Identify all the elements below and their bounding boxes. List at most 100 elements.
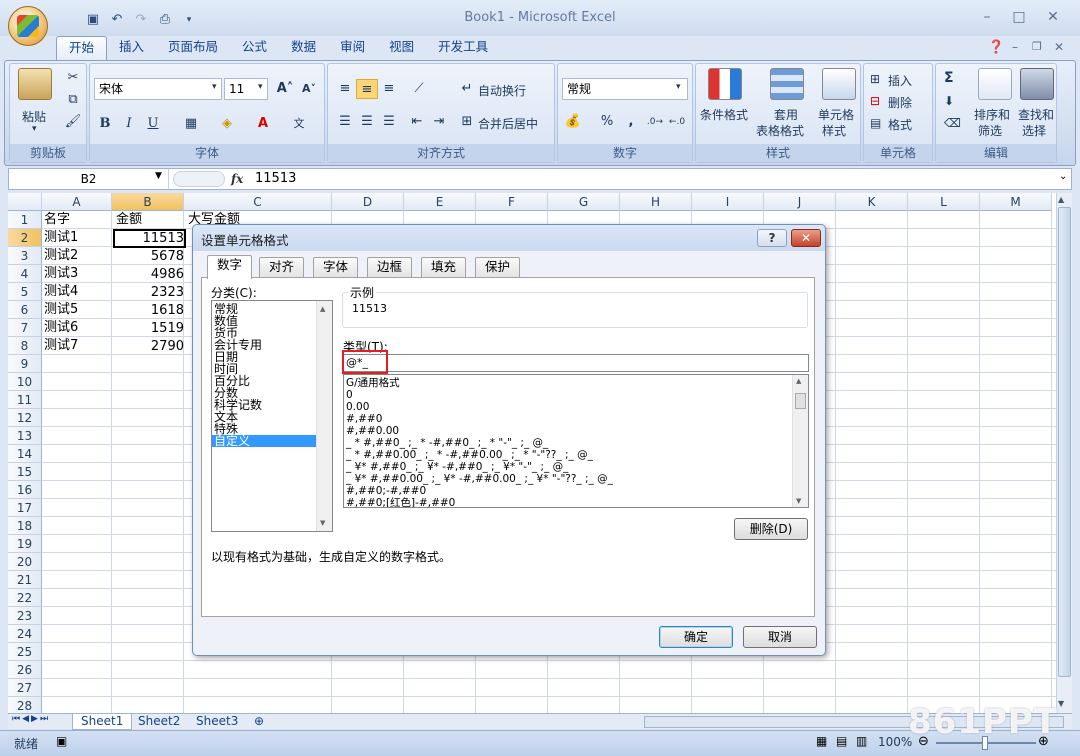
copy-icon[interactable]: ⧉	[62, 90, 84, 110]
select-all-corner[interactable]	[8, 193, 42, 211]
autosum-button[interactable]: Σ	[944, 70, 954, 86]
row-header-16[interactable]: 16	[8, 481, 42, 499]
row-header-12[interactable]: 12	[8, 409, 42, 427]
scroll-up-icon[interactable]: ▲	[1058, 195, 1064, 204]
sort-filter-icon[interactable]	[978, 68, 1012, 100]
format-list[interactable]: G/通用格式 0 0.00 #,##0 #,##0.00 _ * #,##0_ ;_ * …	[343, 374, 809, 508]
help-icon[interactable]: ❓	[988, 40, 1004, 55]
increase-decimal-icon[interactable]: .0→	[644, 112, 666, 132]
align-right-icon[interactable]: ☰	[378, 112, 400, 132]
workbook-close-icon[interactable]: ✕	[1054, 40, 1064, 54]
ok-button[interactable]: 确定	[659, 626, 733, 648]
format-item[interactable]: 0.00	[344, 401, 808, 413]
format-item[interactable]: #,##0	[344, 413, 808, 425]
format-item[interactable]: _ * #,##0.00_ ;_ * -#,##0.00_ ;_ * "-"??…	[344, 449, 808, 461]
column-header-e[interactable]: E	[404, 193, 476, 211]
tab-view[interactable]: 视图	[377, 36, 426, 60]
page-break-view-icon[interactable]: ▥	[856, 734, 867, 748]
column-header-m[interactable]: M	[980, 193, 1052, 211]
column-header-g[interactable]: G	[548, 193, 620, 211]
row-header-24[interactable]: 24	[8, 625, 42, 643]
comma-style-button[interactable]: ,	[620, 112, 642, 132]
format-item[interactable]: #,##0.00	[344, 425, 808, 437]
increase-indent-icon[interactable]: ⇥	[428, 112, 450, 132]
align-middle-icon[interactable]: ≡	[356, 79, 378, 99]
find-select-icon[interactable]	[1020, 68, 1054, 100]
format-item[interactable]: #,##0;-#,##0	[344, 485, 808, 497]
merge-center-button[interactable]: 合并后居中	[478, 115, 538, 132]
cell-b6[interactable]: 1618	[114, 302, 184, 320]
row-header-25[interactable]: 25	[8, 643, 42, 661]
paste-button[interactable]: 粘贴	[22, 108, 46, 125]
wrap-text-icon[interactable]: ↵	[456, 79, 478, 99]
insert-cells-button[interactable]: 插入	[888, 72, 912, 89]
column-header-b[interactable]: B	[112, 193, 184, 211]
dialog-tab-protection[interactable]: 保护	[475, 257, 521, 277]
cell-b1[interactable]: 金额	[116, 211, 142, 229]
insert-function-button[interactable]: fx	[231, 169, 243, 189]
minimize-button[interactable]: –	[974, 8, 1000, 26]
fill-icon[interactable]: ⬇	[944, 94, 954, 108]
row-header-23[interactable]: 23	[8, 607, 42, 625]
column-header-i[interactable]: I	[692, 193, 764, 211]
font-size-dropdown-icon[interactable]: ▾	[258, 82, 263, 92]
font-name-dropdown-icon[interactable]: ▾	[212, 82, 217, 92]
format-scroll-down-icon[interactable]: ▼	[796, 497, 801, 505]
cell-b5[interactable]: 2323	[114, 284, 184, 302]
grow-font-icon[interactable]: A˄	[274, 79, 296, 99]
format-list-scrollbar[interactable]: ▲ ▼	[792, 375, 808, 507]
align-left-icon[interactable]: ☰	[334, 112, 356, 132]
format-item[interactable]: G/通用格式	[344, 377, 808, 389]
workbook-minimize-icon[interactable]: –	[1012, 40, 1018, 54]
format-scroll-thumb[interactable]	[795, 393, 806, 409]
delete-cells-button[interactable]: 删除	[888, 94, 912, 111]
page-layout-view-icon[interactable]: ▤	[836, 734, 847, 748]
align-center-icon[interactable]: ☰	[356, 112, 378, 132]
cell-styles-icon[interactable]	[822, 68, 856, 100]
accounting-format-icon[interactable]: 💰	[562, 112, 584, 132]
row-header-11[interactable]: 11	[8, 391, 42, 409]
sheet-nav-icons[interactable]: ⏮◀▶⏭	[12, 714, 50, 724]
cell-a4[interactable]: 测试3	[44, 265, 78, 283]
cell-a6[interactable]: 测试5	[44, 301, 78, 319]
tab-insert[interactable]: 插入	[107, 36, 156, 60]
format-as-table-label-1[interactable]: 套用	[774, 106, 798, 123]
find-select-label-2[interactable]: 选择	[1022, 122, 1046, 139]
sheet-tab-sheet1[interactable]: Sheet1	[72, 714, 133, 730]
insert-sheet-icon[interactable]: ⊕	[246, 714, 272, 730]
scroll-thumb[interactable]	[1058, 207, 1071, 677]
merge-center-icon[interactable]: ⊞	[456, 112, 478, 132]
name-box-dropdown-icon[interactable]: ▼	[155, 171, 162, 181]
cell-a2[interactable]: 测试1	[44, 229, 78, 247]
row-header-10[interactable]: 10	[8, 373, 42, 391]
shrink-font-icon[interactable]: A˅	[298, 79, 320, 99]
tab-formulas[interactable]: 公式	[230, 36, 279, 60]
tab-data[interactable]: 数据	[279, 36, 328, 60]
normal-view-icon[interactable]: ▦	[816, 734, 827, 748]
row-header-15[interactable]: 15	[8, 463, 42, 481]
cell-styles-label-1[interactable]: 单元格	[818, 106, 854, 123]
type-input[interactable]: @*_	[343, 354, 809, 372]
dialog-tab-font[interactable]: 字体	[313, 257, 359, 277]
macro-record-icon[interactable]: ▣	[56, 734, 67, 748]
column-header-c[interactable]: C	[184, 193, 332, 211]
category-list[interactable]: 常规 数值 货币 会计专用 日期 时间 百分比 分数 科学记数 文本 特殊 自定义 ▲ ▼	[211, 300, 333, 532]
cell-b3[interactable]: 5678	[114, 248, 184, 266]
vertical-scrollbar[interactable]: ▲ ▼	[1056, 193, 1072, 713]
format-item[interactable]: _ ¥* #,##0_ ;_ ¥* -#,##0_ ;_ ¥* "-"_ ;_ …	[344, 461, 808, 473]
row-header-14[interactable]: 14	[8, 445, 42, 463]
column-header-f[interactable]: F	[476, 193, 548, 211]
dialog-close-button[interactable]: ✕	[791, 229, 821, 247]
italic-icon[interactable]: I	[118, 114, 140, 134]
row-header-19[interactable]: 19	[8, 535, 42, 553]
column-header-k[interactable]: K	[836, 193, 908, 211]
workbook-restore-icon[interactable]: ❐	[1032, 40, 1042, 53]
format-scroll-up-icon[interactable]: ▲	[796, 377, 801, 385]
dialog-tab-border[interactable]: 边框	[367, 257, 413, 277]
percent-style-button[interactable]: %	[596, 112, 618, 132]
formula-input[interactable]: 11513	[255, 169, 296, 189]
formula-splitter[interactable]	[173, 171, 225, 187]
cell-a7[interactable]: 测试6	[44, 319, 78, 337]
row-header-8[interactable]: 8	[8, 337, 42, 355]
row-header-21[interactable]: 21	[8, 571, 42, 589]
